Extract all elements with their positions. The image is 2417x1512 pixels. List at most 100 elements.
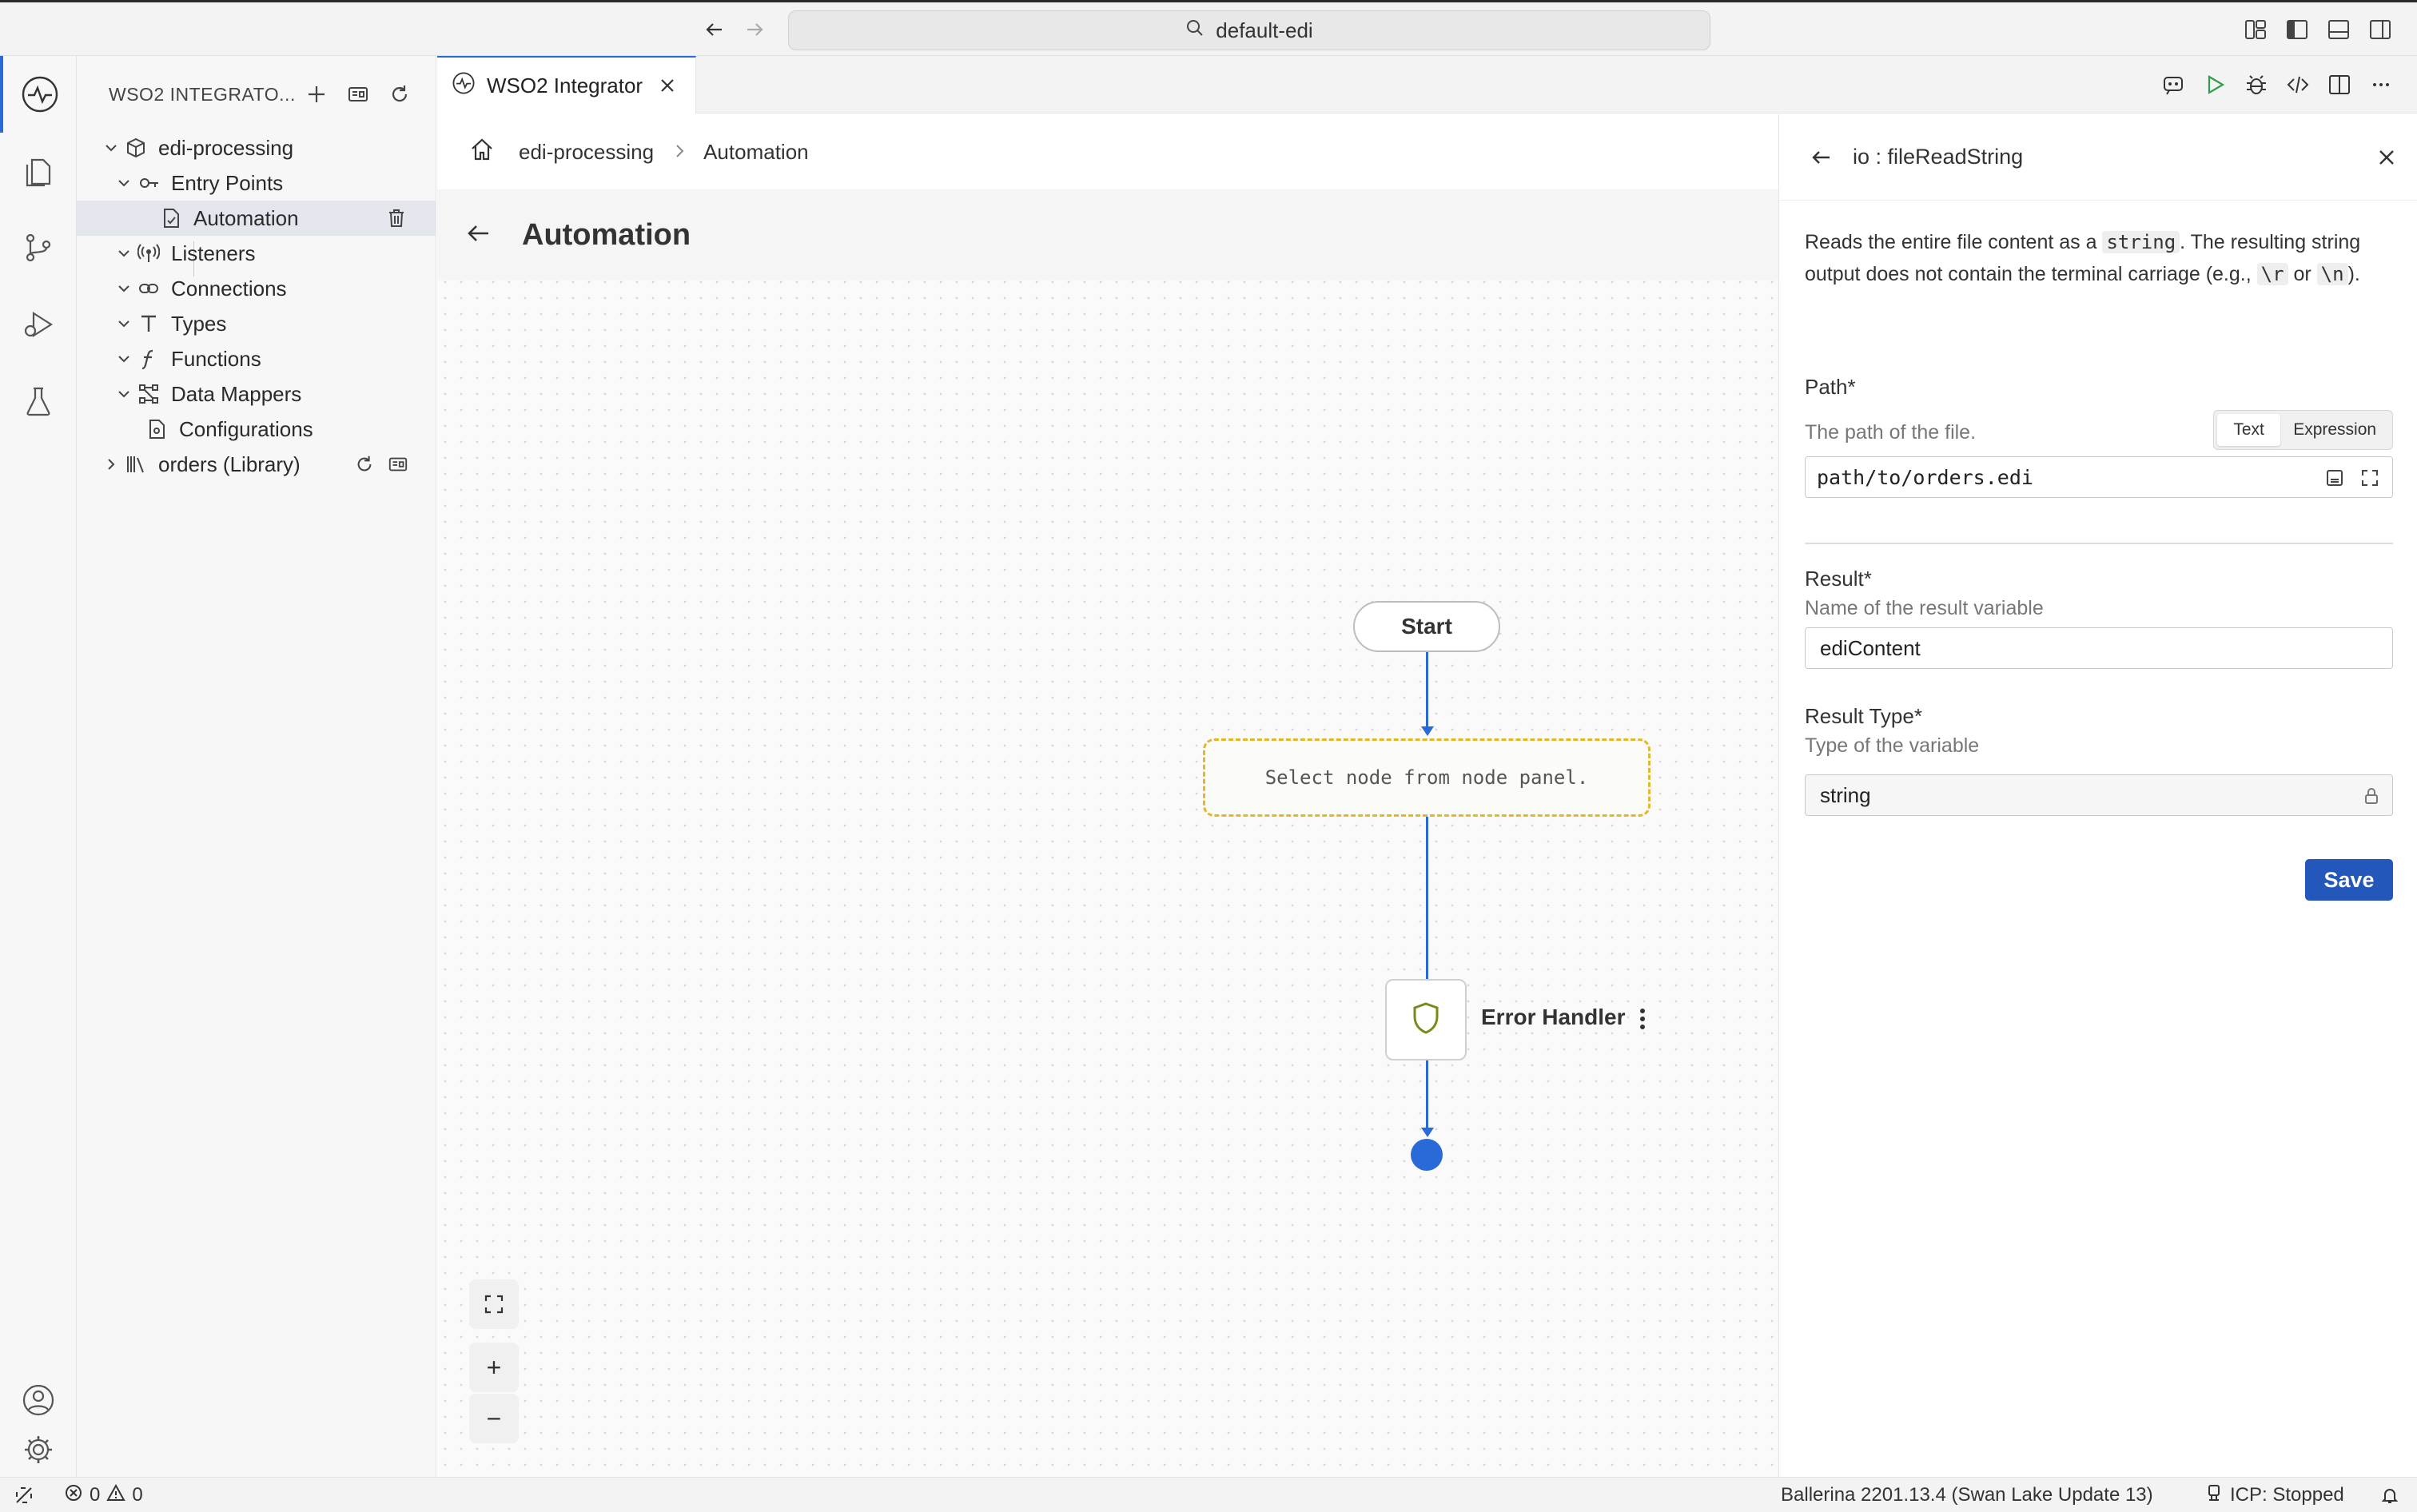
mode-expression-option[interactable]: Expression xyxy=(2280,414,2389,446)
icp-status-label: ICP: Stopped xyxy=(2230,1484,2344,1506)
result-type-sublabel: Type of the variable xyxy=(1805,734,1980,757)
add-icon[interactable] xyxy=(296,74,337,115)
customize-layout-icon[interactable] xyxy=(2241,15,2270,44)
tree-item-listeners[interactable]: Listeners xyxy=(77,236,436,271)
kebab-menu-icon[interactable] xyxy=(1633,1003,1652,1035)
tree-item-label: Connections xyxy=(171,276,287,300)
source-code-icon[interactable] xyxy=(2284,70,2312,99)
config-file-icon xyxy=(144,416,169,442)
remote-indicator-icon[interactable] xyxy=(14,1478,34,1512)
more-actions-icon[interactable] xyxy=(2367,70,2395,99)
source-control-icon[interactable] xyxy=(0,209,77,286)
insert-variable-icon[interactable] xyxy=(2322,465,2347,491)
tree-item-label: Listeners xyxy=(171,241,256,265)
chevron-down-icon xyxy=(112,382,136,406)
close-icon[interactable] xyxy=(2371,141,2403,173)
ballerina-version[interactable]: Ballerina 2201.13.4 (Swan Lake Update 13… xyxy=(1781,1478,2153,1512)
ai-chat-icon[interactable] xyxy=(2159,70,2188,99)
expand-editor-icon[interactable] xyxy=(2357,465,2383,491)
description-text: ). xyxy=(2347,263,2360,285)
split-editor-icon[interactable] xyxy=(2325,70,2354,99)
tree-item-connections[interactable]: Connections xyxy=(77,271,436,306)
chevron-right-icon xyxy=(99,452,123,476)
flow-edge xyxy=(1426,652,1428,728)
zoom-out-button[interactable]: − xyxy=(469,1394,519,1443)
command-center-search[interactable]: default-edi xyxy=(788,10,1710,50)
explorer-sidebar: WSO2 INTEGRATO... edi-processing Entry P… xyxy=(77,56,436,1477)
breadcrumb-project[interactable]: edi-processing xyxy=(519,140,654,165)
path-label: Path* xyxy=(1805,375,1856,399)
back-arrow-icon[interactable] xyxy=(464,220,492,251)
debug-bug-icon[interactable] xyxy=(2242,70,2271,99)
error-count: 0 xyxy=(90,1484,101,1506)
zoom-in-button[interactable]: + xyxy=(469,1343,519,1392)
explorer-icon[interactable] xyxy=(0,133,77,209)
delete-trash-icon[interactable] xyxy=(384,205,409,231)
refresh-icon[interactable] xyxy=(352,452,377,477)
end-node[interactable] xyxy=(1411,1139,1443,1171)
wso2-integrator-icon xyxy=(452,71,476,101)
testing-icon[interactable] xyxy=(0,363,77,440)
overview-icon[interactable] xyxy=(385,452,411,477)
tree-item-entry-points[interactable]: Entry Points xyxy=(77,165,436,201)
back-arrow-icon[interactable] xyxy=(699,14,731,46)
tree-item-functions[interactable]: Functions xyxy=(77,341,436,376)
start-node[interactable]: Start xyxy=(1353,601,1500,652)
mode-text-option[interactable]: Text xyxy=(2217,414,2281,446)
home-icon[interactable] xyxy=(469,137,495,168)
back-arrow-icon[interactable] xyxy=(1805,141,1837,173)
section-divider xyxy=(1805,543,2393,544)
broadcast-icon xyxy=(136,241,161,266)
path-input[interactable]: path/to/orders.edi xyxy=(1805,456,2393,498)
problems-indicator[interactable]: 0 0 xyxy=(64,1478,143,1512)
editor-tab-bar: WSO2 Integrator xyxy=(437,56,2417,113)
icp-status[interactable]: ICP: Stopped xyxy=(2204,1478,2344,1512)
type-icon xyxy=(136,311,161,336)
tree-item-label: orders (Library) xyxy=(158,452,301,476)
refresh-icon[interactable] xyxy=(379,74,420,115)
toggle-panel-icon[interactable] xyxy=(2324,15,2353,44)
result-sublabel: Name of the result variable xyxy=(1805,597,2044,619)
run-debug-icon[interactable] xyxy=(0,286,77,363)
empty-node-placeholder[interactable]: Select node from node panel. xyxy=(1203,738,1650,817)
breadcrumb-current: Automation xyxy=(703,139,809,164)
flow-diagram-canvas[interactable]: edi-processing Automation Automation Sta… xyxy=(437,114,1778,1477)
package-icon xyxy=(123,135,149,161)
lock-icon xyxy=(2359,783,2384,809)
warning-icon xyxy=(106,1483,126,1508)
toggle-secondary-sidebar-icon[interactable] xyxy=(2366,15,2395,44)
close-icon[interactable] xyxy=(655,74,679,97)
forward-arrow-icon[interactable] xyxy=(739,14,770,46)
automation-file-icon xyxy=(158,205,184,231)
result-label: Result* xyxy=(1805,567,1872,591)
result-type-value: string xyxy=(1820,782,1871,807)
warning-count: 0 xyxy=(132,1484,143,1506)
error-handler-node[interactable] xyxy=(1385,979,1467,1060)
link-icon xyxy=(136,276,161,301)
path-value: path/to/orders.edi xyxy=(1817,465,2033,489)
chevron-right-icon xyxy=(671,139,687,165)
notifications-bell-icon[interactable] xyxy=(2380,1478,2399,1512)
tree-item-types[interactable]: Types xyxy=(77,306,436,341)
tree-item-library[interactable]: orders (Library) xyxy=(77,447,436,482)
function-icon xyxy=(136,346,161,372)
wso2-integrator-activity-icon[interactable] xyxy=(0,56,77,133)
tree-item-label: Data Mappers xyxy=(171,381,302,406)
status-bar: 0 0 Ballerina 2201.13.4 (Swan Lake Updat… xyxy=(0,1477,2417,1512)
tree-item-project[interactable]: edi-processing xyxy=(77,130,436,165)
overview-icon[interactable] xyxy=(337,74,379,115)
icp-icon xyxy=(2204,1483,2224,1508)
sidebar-header: WSO2 INTEGRATO... xyxy=(109,72,428,117)
save-button[interactable]: Save xyxy=(2305,859,2393,901)
tab-wso2-integrator[interactable]: WSO2 Integrator xyxy=(437,56,696,113)
run-play-icon[interactable] xyxy=(2200,70,2229,99)
arrowhead xyxy=(1421,726,1434,736)
tree-item-data-mappers[interactable]: Data Mappers xyxy=(77,376,436,412)
result-variable-input[interactable]: ediContent xyxy=(1805,627,2393,669)
tree-item-automation[interactable]: Automation xyxy=(77,201,436,236)
chevron-down-icon xyxy=(112,347,136,371)
tree-item-configurations[interactable]: Configurations xyxy=(77,412,436,447)
toggle-primary-sidebar-icon[interactable] xyxy=(2283,15,2311,44)
panel-header: io : fileReadString xyxy=(1779,114,2417,201)
fit-to-screen-icon[interactable] xyxy=(469,1279,519,1329)
